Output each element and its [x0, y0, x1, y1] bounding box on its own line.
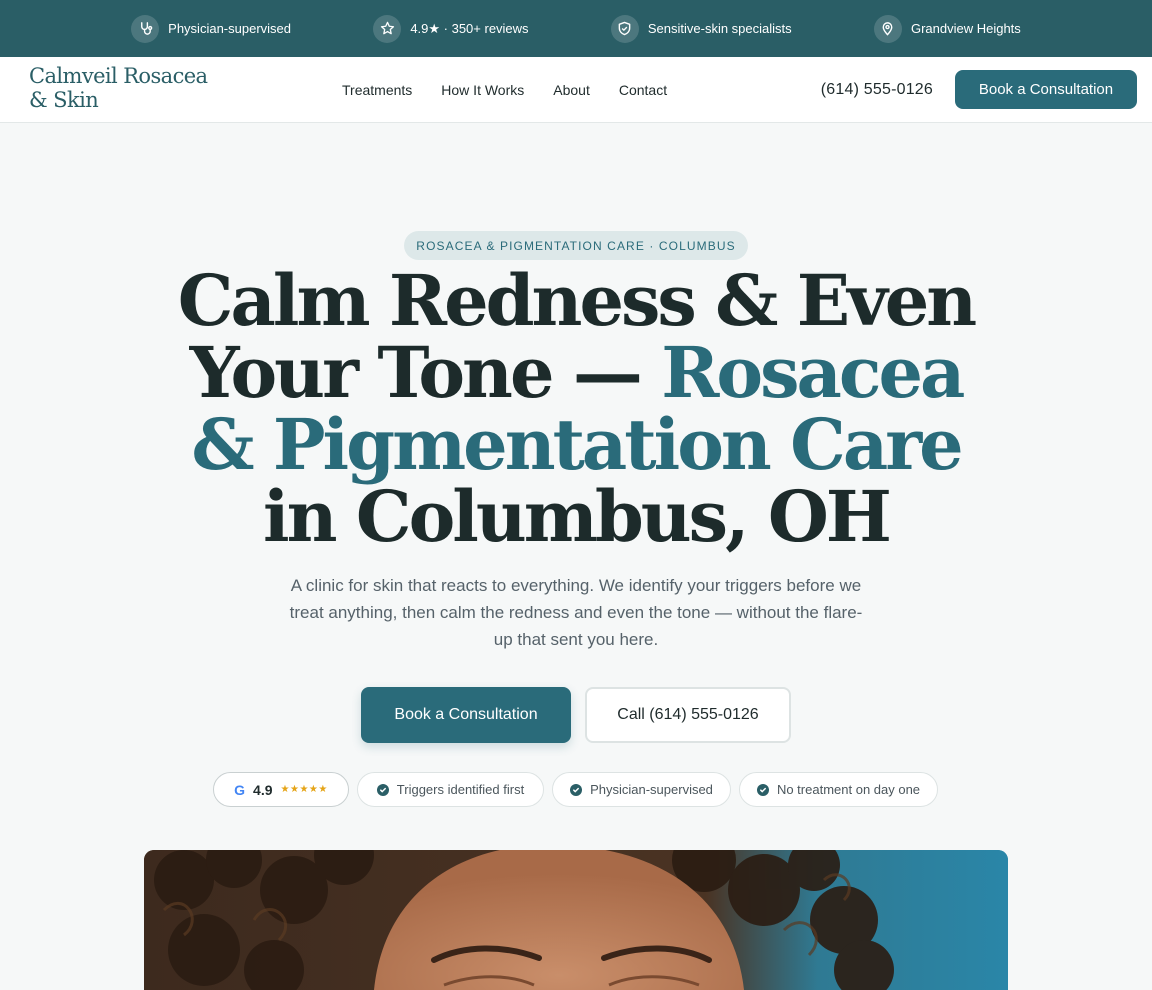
hero-call-button[interactable]: Call (614) 555-0126: [585, 687, 791, 743]
nav-link-contact[interactable]: Contact: [619, 82, 667, 98]
nav-link-about[interactable]: About: [553, 82, 590, 98]
hero-headline: Calm Redness & Even Your Tone — Rosacea …: [0, 265, 1152, 553]
headline-line-2-accent: Rosacea: [661, 331, 965, 414]
check-circle-icon: [756, 783, 769, 796]
nav-book-consultation-button[interactable]: Book a Consultation: [955, 70, 1137, 109]
google-rating-pill: G 4.9 ★★★★★: [213, 772, 349, 807]
trust-item-label: 4.9★ · 350+ reviews: [410, 20, 529, 36]
nav-links: Treatments How It Works About Contact: [342, 57, 667, 123]
shield-icon: [610, 14, 639, 43]
hero-photo: [144, 850, 1008, 990]
rating-stars: ★★★★★: [280, 784, 328, 795]
stethoscope-icon: [131, 14, 160, 43]
headline-line-4: in Columbus, OH: [263, 475, 892, 558]
trust-item-reviews: 4.9★ · 350+ reviews: [373, 14, 529, 43]
main-nav: Calmveil Rosacea & Skin Treatments How I…: [0, 57, 1152, 123]
trust-item-location: Grandview Heights: [873, 14, 1021, 43]
trust-item-label: Sensitive-skin specialists: [647, 21, 792, 36]
nav-phone-link[interactable]: (614) 555-0126: [821, 57, 933, 123]
trust-item-label: Grandview Heights: [910, 21, 1021, 36]
headline-line-3: & Pigmentation Care: [191, 403, 963, 486]
google-icon: G: [234, 781, 246, 798]
trust-item-label: Physician-supervised: [168, 21, 291, 36]
logo-line-1: Calmveil Rosacea: [29, 64, 208, 88]
badge-triggers: Triggers identified first: [357, 772, 544, 807]
trust-item-physician: Physician-supervised: [131, 14, 291, 43]
check-circle-icon: [376, 783, 389, 796]
hero-book-consultation-button[interactable]: Book a Consultation: [361, 687, 571, 743]
logo-line-2: & Skin: [29, 88, 99, 112]
badge-physician: Physician-supervised: [552, 772, 731, 807]
nav-link-how-it-works[interactable]: How It Works: [441, 82, 524, 98]
badge-label: Triggers identified first: [396, 782, 525, 797]
star-icon: [373, 14, 402, 43]
badge-label: No treatment on day one: [776, 782, 921, 797]
hero-photo-artwork: [144, 850, 1008, 990]
logo[interactable]: Calmveil Rosacea & Skin: [29, 64, 229, 112]
hero-eyebrow-badge: ROSACEA & PIGMENTATION CARE · COLUMBUS: [404, 231, 748, 260]
trust-item-specialists: Sensitive-skin specialists: [610, 14, 792, 43]
rating-value: 4.9: [253, 781, 273, 798]
headline-line-1: Calm Redness & Even: [177, 259, 977, 342]
badge-label: Physician-supervised: [590, 782, 713, 797]
check-circle-icon: [570, 783, 583, 796]
hero-subhead: A clinic for skin that reacts to everyth…: [289, 576, 863, 649]
nav-link-treatments[interactable]: Treatments: [342, 82, 412, 98]
location-pin-icon: [873, 14, 902, 43]
headline-line-2-plain: Your Tone —: [189, 331, 662, 414]
headline-line-2: Your Tone — Rosacea: [0, 337, 1152, 409]
badge-no-treatment: No treatment on day one: [739, 772, 938, 807]
trust-bar: Physician-supervised 4.9★ · 350+ reviews…: [0, 0, 1152, 57]
